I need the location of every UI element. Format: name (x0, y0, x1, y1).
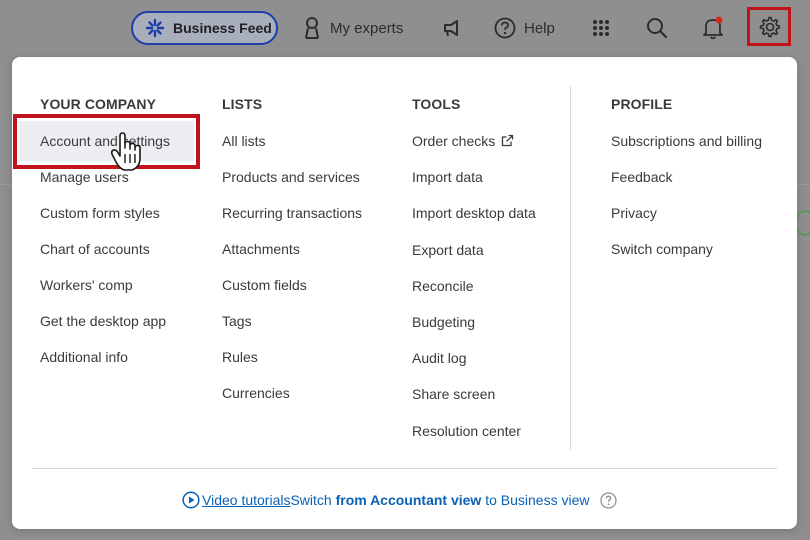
settings-menu-panel: YOUR COMPANY . Manage users Custom form … (12, 57, 797, 529)
bell-icon (703, 16, 723, 40)
menu-item-attachments[interactable]: Attachments (222, 240, 362, 276)
background-divider (0, 184, 12, 185)
highlight-box (13, 114, 200, 169)
gear-icon (759, 16, 780, 37)
business-feed-button[interactable]: Business Feed (131, 11, 278, 45)
megaphone-icon (444, 20, 458, 37)
announcements-button[interactable] (438, 14, 466, 42)
menu-item-import-desktop-data[interactable]: Import desktop data (412, 204, 536, 240)
menu-item-resolution-center[interactable]: Resolution center (412, 422, 536, 458)
menu-item-chart-of-accounts[interactable]: Chart of accounts (40, 240, 166, 276)
my-experts-button[interactable]: My experts (302, 14, 403, 42)
menu-item-get-desktop-app[interactable]: Get the desktop app (40, 312, 166, 348)
menu-item-subscriptions-and-billing[interactable]: Subscriptions and billing (611, 132, 762, 168)
help-icon[interactable] (599, 491, 617, 509)
help-circle-icon (494, 17, 516, 39)
menu-item-recurring-transactions[interactable]: Recurring transactions (222, 204, 362, 240)
your-company-heading: YOUR COMPANY (40, 96, 157, 112)
sparkle-icon (145, 18, 165, 38)
menu-item-rules[interactable]: Rules (222, 348, 362, 384)
menu-item-products-and-services[interactable]: Products and services (222, 168, 362, 204)
menu-item-feedback[interactable]: Feedback (611, 168, 762, 204)
background-divider (797, 184, 810, 185)
switch-bold: from Accountant view (335, 492, 482, 508)
business-feed-label: Business Feed (173, 20, 272, 36)
menu-item-share-screen[interactable]: Share screen (412, 385, 536, 421)
switch-view-link[interactable]: Switch from Accountant view to Business … (290, 492, 589, 508)
menu-item-currencies[interactable]: Currencies (222, 384, 362, 420)
menu-item-all-lists[interactable]: All lists (222, 132, 362, 168)
expert-person-icon (305, 17, 319, 39)
menu-item-tags[interactable]: Tags (222, 312, 362, 348)
profile-heading: PROFILE (611, 96, 673, 112)
menu-footer: Video tutorials Switch from Accountant v… (182, 489, 617, 511)
background-status-ring (795, 210, 810, 236)
my-experts-label: My experts (330, 19, 404, 37)
menu-item-budgeting[interactable]: Budgeting (412, 313, 536, 349)
column-divider (570, 86, 571, 450)
search-icon (647, 18, 668, 39)
menu-item-order-checks[interactable]: Order checks (412, 132, 536, 168)
menu-item-manage-users[interactable]: Manage users (40, 168, 166, 204)
switch-prefix: Switch (290, 492, 336, 508)
order-checks-label: Order checks (412, 133, 496, 149)
menu-item-export-data[interactable]: Export data (412, 241, 536, 277)
video-tutorials-link[interactable]: Video tutorials (202, 492, 290, 508)
search-button[interactable] (643, 14, 671, 42)
menu-item-workers-comp[interactable]: Workers' comp (40, 276, 166, 312)
menu-item-import-data[interactable]: Import data (412, 168, 536, 204)
help-button[interactable]: Help (494, 14, 555, 42)
tools-heading: TOOLS (412, 96, 461, 112)
lists-column: LISTS All lists Products and services Re… (222, 96, 362, 420)
switch-suffix: to Business view (481, 492, 590, 508)
menu-item-additional-info[interactable]: Additional info (40, 348, 166, 384)
apps-button[interactable] (587, 14, 615, 42)
top-bar: Business Feed My experts Help (0, 0, 810, 56)
settings-button[interactable] (747, 7, 791, 46)
hand-cursor-icon (110, 132, 141, 171)
external-link-icon (501, 134, 514, 147)
menu-item-custom-form-styles[interactable]: Custom form styles (40, 204, 166, 240)
menu-item-reconcile[interactable]: Reconcile (412, 277, 536, 313)
lists-heading: LISTS (222, 96, 263, 112)
profile-column: PROFILE Subscriptions and billing Feedba… (611, 96, 762, 276)
notifications-button[interactable] (699, 14, 727, 42)
help-label: Help (524, 19, 555, 37)
footer-divider (32, 468, 777, 469)
play-circle-icon (182, 491, 200, 509)
menu-item-custom-fields[interactable]: Custom fields (222, 276, 362, 312)
menu-item-privacy[interactable]: Privacy (611, 204, 762, 240)
apps-grid-icon (593, 20, 609, 36)
menu-item-audit-log[interactable]: Audit log (412, 349, 536, 385)
tools-column: TOOLS Order checks Import data Import de… (412, 96, 536, 458)
menu-item-switch-company[interactable]: Switch company (611, 240, 762, 276)
